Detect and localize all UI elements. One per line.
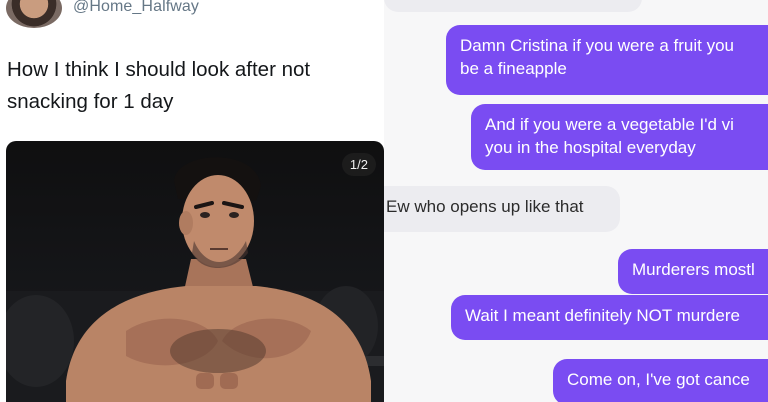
message-text: Damn Cristina if you were a fruit you — [460, 36, 734, 55]
tweet-panel: @Home_Halfway How I think I should look … — [0, 0, 384, 402]
tweet-text: How I think I should look after not snac… — [7, 54, 367, 118]
message-bubble-outgoing: Come on, I've got cance — [553, 359, 768, 402]
message-bubble-incoming — [384, 0, 642, 12]
avatar[interactable] — [6, 0, 62, 28]
tweet-text-line: How I think I should look after not — [7, 58, 311, 81]
message-bubble-outgoing: Damn Cristina if you were a fruit you be… — [446, 25, 768, 95]
message-text: Come on, I've got cance — [567, 370, 750, 389]
message-text: be a fineapple — [460, 59, 567, 78]
tweet-text-line: snacking for 1 day — [7, 90, 174, 113]
message-text: Wait I meant definitely NOT murdere — [465, 306, 740, 325]
message-text: you in the hospital everyday — [485, 138, 696, 157]
message-bubble-outgoing: Murderers mostl — [618, 249, 768, 294]
message-bubble-incoming: Ew who opens up like that — [384, 186, 620, 232]
message-text: And if you were a vegetable I'd vi — [485, 115, 734, 134]
muscular-man-photo — [6, 157, 384, 402]
message-text: Ew who opens up like that — [386, 197, 584, 216]
message-bubble-outgoing: Wait I meant definitely NOT murdere — [451, 295, 768, 340]
message-bubble-outgoing: And if you were a vegetable I'd vi you i… — [471, 104, 768, 170]
tweet-handle[interactable]: @Home_Halfway — [73, 0, 199, 16]
tweet-photo[interactable]: 1/2 — [6, 141, 384, 402]
chat-panel: Damn Cristina if you were a fruit you be… — [384, 0, 768, 402]
message-text: Murderers mostl — [632, 260, 755, 279]
photo-counter-badge: 1/2 — [341, 153, 376, 176]
